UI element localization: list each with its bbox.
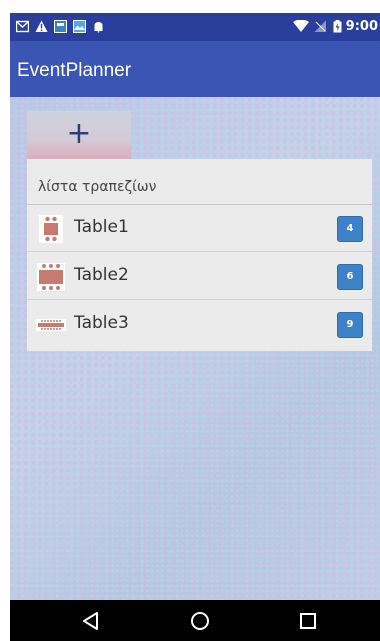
home-icon[interactable] (188, 609, 212, 633)
image-icon (73, 20, 86, 33)
device-screen: 9:00 EventPlanner + λίστα τραπεζίων Tabl… (10, 13, 380, 641)
status-time: 9:00 (345, 19, 378, 34)
table-name: Table2 (74, 265, 129, 285)
table-name: Table3 (74, 313, 129, 333)
wifi-icon (293, 20, 309, 32)
app-title: EventPlanner (17, 60, 132, 81)
android-icon (94, 22, 103, 33)
table-name: Table1 (74, 217, 129, 237)
medium-table-icon (37, 263, 65, 291)
divider (27, 299, 372, 300)
no-signal-icon (314, 20, 326, 32)
list-item[interactable]: Table2 6 (27, 253, 372, 300)
app-bar: EventPlanner (10, 41, 380, 97)
list-item[interactable]: Table3 9 (27, 301, 372, 348)
table-list-header: λίστα τραπεζίων (38, 179, 157, 195)
navigation-bar (10, 600, 380, 641)
small-table-icon (39, 215, 63, 243)
add-table-button[interactable]: + (27, 111, 131, 159)
guest-count-badge: 6 (338, 265, 362, 289)
status-bar: 9:00 (10, 13, 380, 41)
guest-count-badge: 9 (338, 313, 362, 337)
warning-icon (35, 20, 48, 32)
guest-count-badge: 4 (338, 217, 362, 241)
long-table-icon (36, 319, 66, 331)
list-item[interactable]: Table1 4 (27, 205, 372, 252)
mail-icon (16, 20, 29, 33)
plus-icon: + (66, 116, 92, 151)
main-content: + λίστα τραπεζίων Table1 4 Table2 6 Tabl… (10, 97, 380, 600)
table-list: λίστα τραπεζίων Table1 4 Table2 6 Table3… (27, 159, 372, 351)
back-icon[interactable] (79, 609, 103, 633)
divider (27, 251, 372, 252)
app-icon (54, 20, 67, 33)
battery-icon (333, 20, 342, 33)
recents-icon[interactable] (296, 609, 320, 633)
